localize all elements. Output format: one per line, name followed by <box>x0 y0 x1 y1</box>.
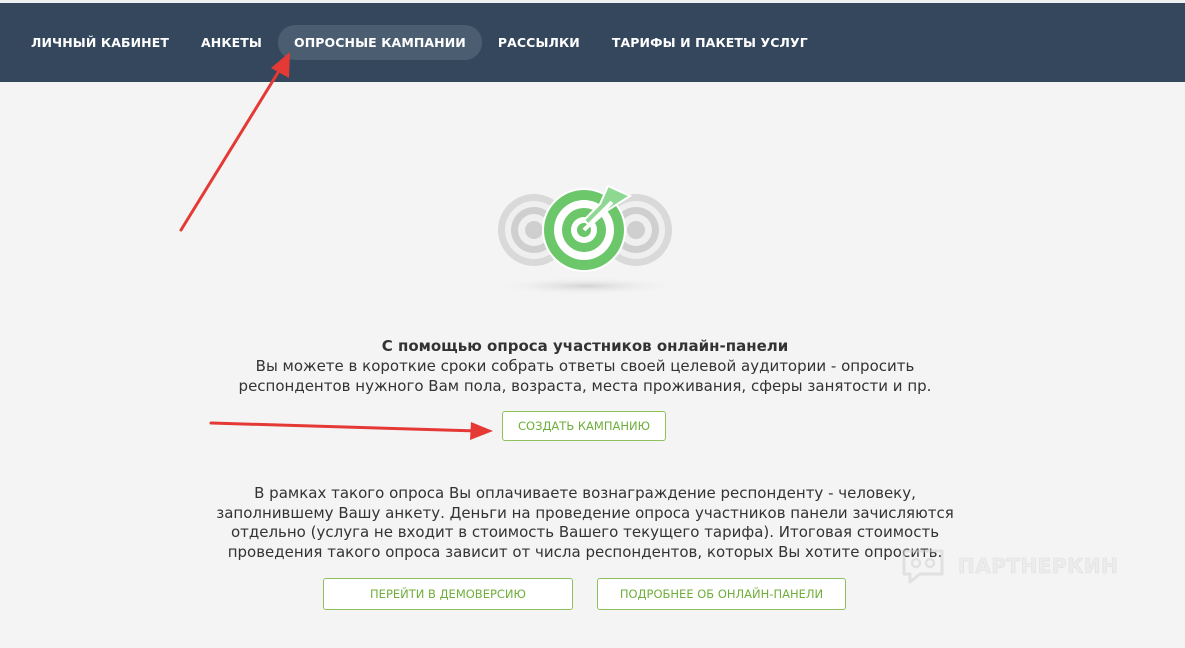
info-line: проведения такого опроса зависит от числ… <box>227 542 943 561</box>
watermark: ПАРТНЕРКИН <box>900 548 1118 584</box>
info-line: заполнившему Вашу анкету. Деньги на пров… <box>216 503 954 522</box>
nav-item-personal-account[interactable]: ЛИЧНЫЙ КАБИНЕТ <box>15 25 185 60</box>
top-navigation: ЛИЧНЫЙ КАБИНЕТ АНКЕТЫ ОПРОСНЫЕ КАМПАНИИ … <box>0 0 1185 82</box>
target-illustration <box>491 184 681 295</box>
create-campaign-button[interactable]: СОЗДАТЬ КАМПАНИЮ <box>502 411 666 441</box>
demo-version-button[interactable]: ПЕРЕЙТИ В ДЕМОВЕРСИЮ <box>323 578 573 610</box>
lead-line: респондентов нужного Вам пола, возраста,… <box>238 377 932 395</box>
target-icon <box>490 182 690 302</box>
info-paragraph: В рамках такого опроса Вы оплачиваете во… <box>190 484 980 562</box>
lead-line: Вы можете в короткие сроки собрать ответ… <box>255 357 915 375</box>
arrow-to-create-button <box>209 421 493 440</box>
nav-item-survey-campaigns[interactable]: ОПРОСНЫЕ КАМПАНИИ <box>277 25 482 60</box>
nav-item-mailings[interactable]: РАССЫЛКИ <box>482 25 596 60</box>
online-panel-details-button[interactable]: ПОДРОБНЕЕ ОБ ОНЛАЙН-ПАНЕЛИ <box>597 578 846 610</box>
watermark-text: ПАРТНЕРКИН <box>958 554 1119 579</box>
nav-item-questionnaires[interactable]: АНКЕТЫ <box>185 25 278 60</box>
lead-text: С помощью опроса участников онлайн-панел… <box>0 336 1170 396</box>
info-line: В рамках такого опроса Вы оплачиваете во… <box>254 484 916 502</box>
chat-bubble-icon <box>902 549 944 584</box>
info-line: отдельно (услуга не входит в стоимость В… <box>230 523 940 541</box>
lead-title: С помощью опроса участников онлайн-панел… <box>381 337 789 355</box>
nav-item-tariffs[interactable]: ТАРИФЫ И ПАКЕТЫ УСЛУГ <box>596 25 824 60</box>
